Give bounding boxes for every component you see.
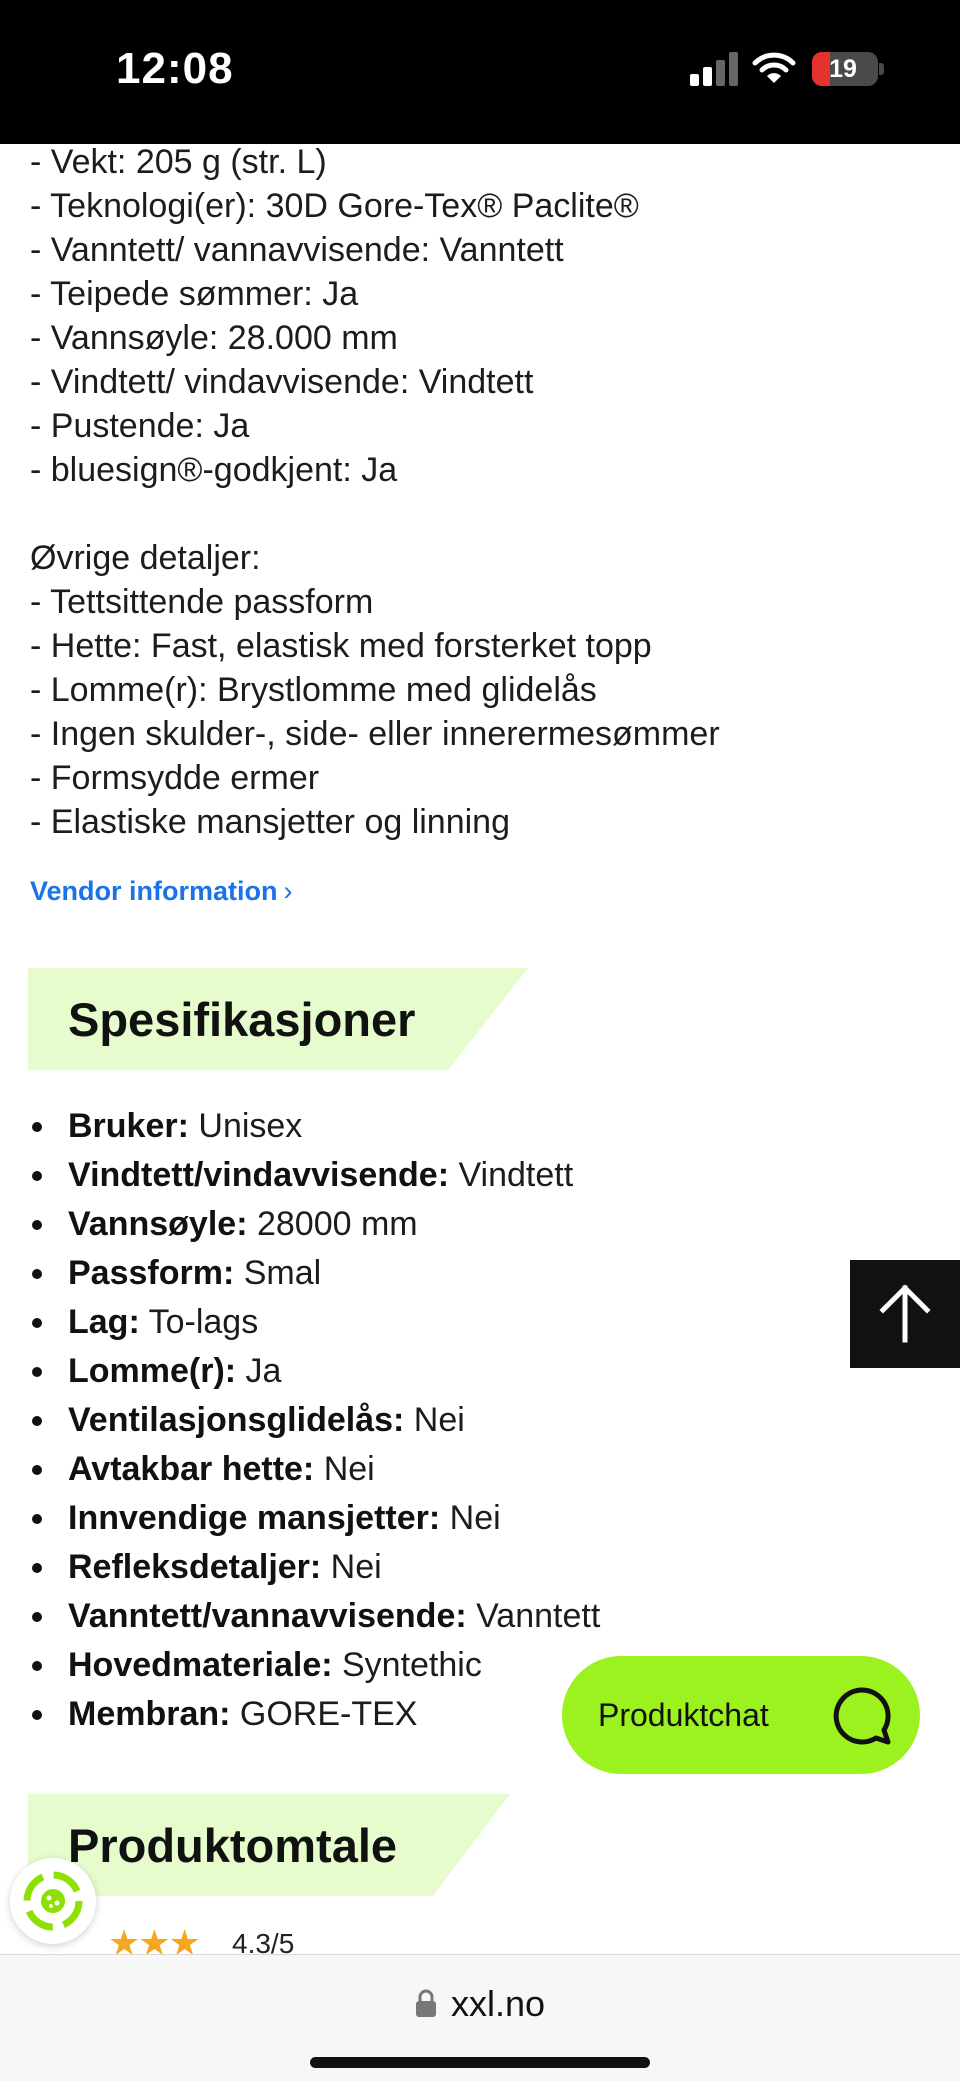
detail-line: - Elastiske mansjetter og linning <box>30 803 511 841</box>
spec-item: Passform: Smal <box>30 1249 600 1298</box>
spec-item: Refleksdetaljer: Nei <box>30 1543 600 1592</box>
battery-icon: 19 <box>812 52 878 86</box>
spec-item: Vanntett/vannavvisende: Vanntett <box>30 1592 600 1641</box>
spec-item: Vindtett/vindavvisende: Vindtett <box>30 1151 600 1200</box>
detail-line: - Formsydde ermer <box>30 759 320 797</box>
specs-title: Spesifikasjoner <box>68 993 416 1046</box>
detail-line: - Pustende: Ja <box>30 407 250 445</box>
spec-value: Vanntett <box>466 1597 601 1635</box>
cookie-icon <box>23 1871 83 1931</box>
spec-value: Syntethic <box>332 1646 482 1684</box>
spec-key: Passform: <box>68 1254 235 1292</box>
cookie-settings-button[interactable] <box>10 1858 96 1944</box>
vendor-information-link[interactable]: Vendor information › <box>30 876 293 907</box>
detail-line: - Vekt: 205 g (str. L) <box>30 143 327 181</box>
detail-line: - Teipede sømmer: Ja <box>30 275 359 313</box>
spec-key: Lag: <box>68 1303 140 1341</box>
vendor-link-label: Vendor information <box>30 876 278 906</box>
battery-tip <box>879 63 884 75</box>
chevron-right-icon: › <box>283 876 293 906</box>
arrow-up-icon <box>879 1284 931 1343</box>
url-text: xxl.no <box>450 1983 546 2024</box>
spec-item: Vannsøyle: 28000 mm <box>30 1200 600 1249</box>
detail-line: - Vindtett/ vindavvisende: Vindtett <box>30 363 534 401</box>
scroll-to-top-button[interactable] <box>850 1260 960 1368</box>
spec-value: Vindtett <box>449 1156 574 1194</box>
spec-item: Lomme(r): Ja <box>30 1347 600 1396</box>
spec-item: Lag: To-lags <box>30 1298 600 1347</box>
chat-bubble-icon <box>833 1687 891 1745</box>
spec-key: Innvendige mansjetter: <box>68 1499 441 1537</box>
spec-value: Nei <box>314 1450 375 1488</box>
spec-value: Smal <box>234 1254 322 1292</box>
spec-key: Hovedmateriale: <box>68 1646 333 1684</box>
spec-list: Bruker: Unisex Vindtett/vindavvisende: V… <box>30 1102 600 1739</box>
address-bar[interactable]: xxl.no <box>0 1983 960 2025</box>
product-details: - Vekt: 205 g (str. L) - Teknologi(er): … <box>30 140 720 844</box>
detail-line: - Vanntett/ vannavvisende: Vanntett <box>30 231 564 269</box>
spec-item: Bruker: Unisex <box>30 1102 600 1151</box>
spec-item: Avtakbar hette: Nei <box>30 1445 600 1494</box>
spec-item: Innvendige mansjetter: Nei <box>30 1494 600 1543</box>
detail-line: - Hette: Fast, elastisk med forsterket t… <box>30 627 652 665</box>
status-time: 12:08 <box>116 44 234 93</box>
spec-value: Nei <box>440 1499 501 1537</box>
browser-bottom-bar: xxl.no <box>0 1954 960 2081</box>
spec-item: Hovedmateriale: Syntethic <box>30 1641 600 1690</box>
spec-value: 28000 mm <box>247 1205 418 1243</box>
spec-key: Vannsøyle: <box>68 1205 248 1243</box>
spec-value: Unisex <box>188 1107 303 1145</box>
spec-key: Ventilasjonsglidelås: <box>68 1401 405 1439</box>
reviews-title: Produktomtale <box>68 1819 398 1872</box>
status-bar: 12:08 19 <box>0 0 960 144</box>
spec-value: Nei <box>404 1401 465 1439</box>
spec-item: Membran: GORE-TEX <box>30 1690 600 1739</box>
detail-line: - Ingen skulder-, side- eller innerermes… <box>30 715 720 753</box>
product-chat-button[interactable]: Produktchat <box>562 1656 920 1774</box>
product-chat-label: Produktchat <box>598 1697 769 1733</box>
spec-key: Avtakbar hette: <box>68 1450 315 1488</box>
spec-key: Lomme(r): <box>68 1352 237 1390</box>
spec-value: Nei <box>321 1548 382 1586</box>
detail-line: - bluesign®-godkjent: Ja <box>30 451 398 489</box>
spec-key: Membran: <box>68 1695 231 1733</box>
spec-key: Refleksdetaljer: <box>68 1548 322 1586</box>
spec-value: To-lags <box>139 1303 259 1341</box>
battery-percent: 19 <box>829 55 857 83</box>
spec-key: Bruker: <box>68 1107 189 1145</box>
spec-key: Vanntett/vannavvisende: <box>68 1597 467 1635</box>
detail-line: - Tettsittende passform <box>30 583 374 621</box>
spec-item: Ventilasjonsglidelås: Nei <box>30 1396 600 1445</box>
detail-line: - Vannsøyle: 28.000 mm <box>30 319 398 357</box>
other-details-heading: Øvrige detaljer: <box>30 539 261 577</box>
detail-line: - Teknologi(er): 30D Gore-Tex® Paclite® <box>30 187 639 225</box>
signal-icon <box>690 52 740 86</box>
spec-value: Ja <box>236 1352 282 1390</box>
wifi-icon <box>752 52 796 83</box>
home-indicator[interactable] <box>310 2057 650 2068</box>
spec-key: Vindtett/vindavvisende: <box>68 1156 450 1194</box>
detail-line: - Lomme(r): Brystlomme med glidelås <box>30 671 597 709</box>
spec-value: GORE-TEX <box>230 1695 418 1733</box>
lock-icon <box>415 1989 436 2017</box>
